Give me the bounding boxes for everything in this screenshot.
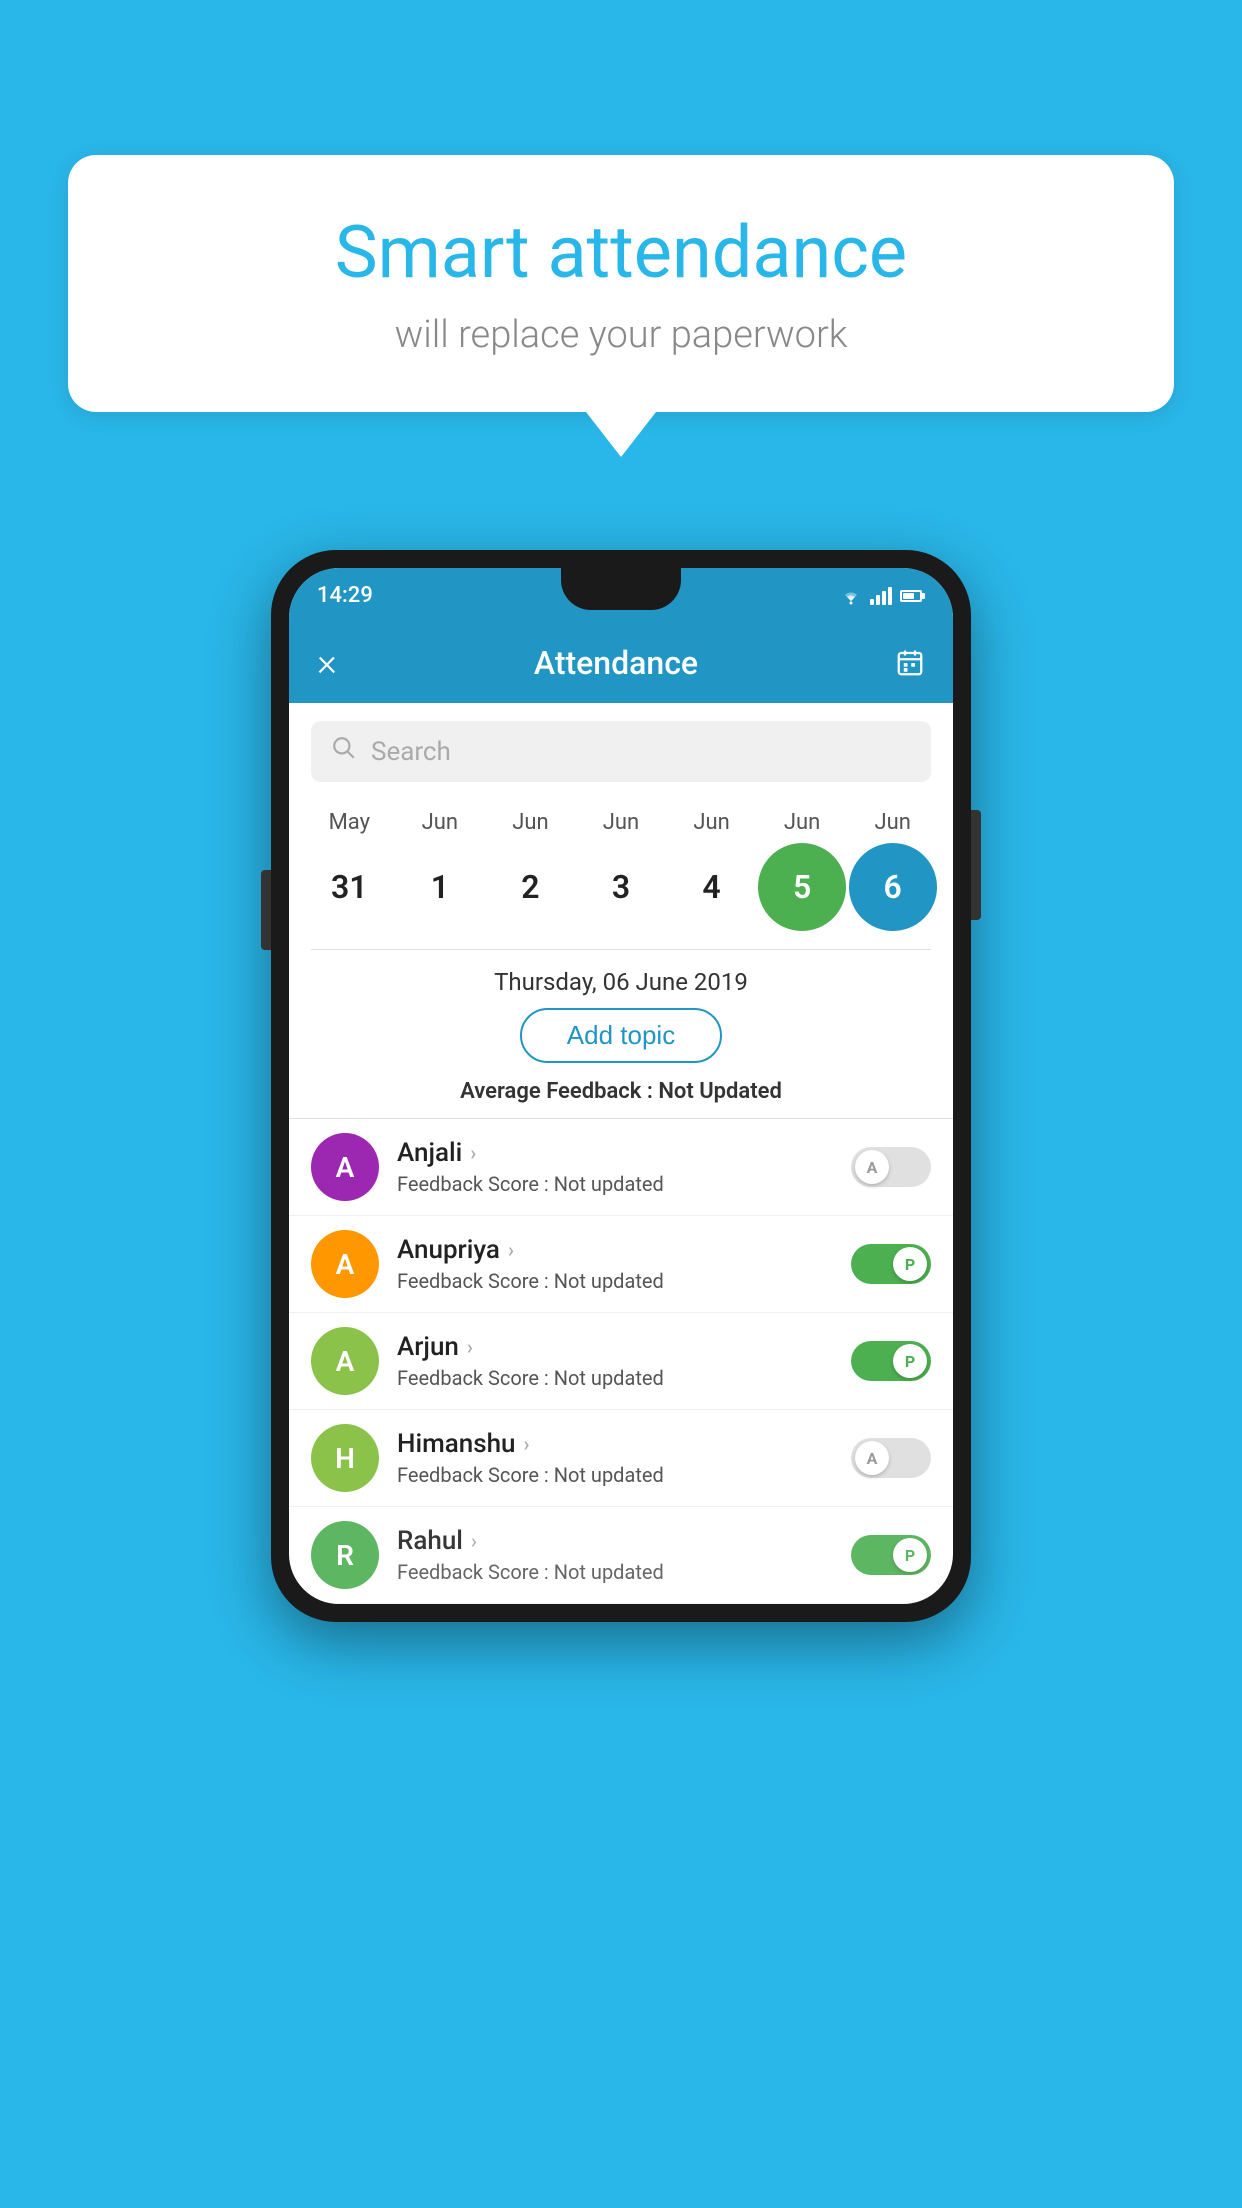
phone-wrapper: 14:29 [271,550,971,1622]
speech-bubble: Smart attendance will replace your paper… [68,155,1174,412]
cal-month-4: Jun [668,810,756,835]
status-icons [840,587,925,605]
cal-month-0: May [305,810,393,835]
average-feedback: Average Feedback : Not Updated [289,1079,953,1118]
student-info-arjun: Arjun › Feedback Score : Not updated [397,1332,851,1390]
search-placeholder: Search [371,737,451,767]
app-title: Attendance [534,644,698,682]
signal-bars-icon [870,587,892,605]
toggle-knob-rahul: P [893,1538,927,1572]
student-info-anjali: Anjali › Feedback Score : Not updated [397,1138,851,1196]
app-header: × Attendance [289,623,953,703]
add-topic-button[interactable]: Add topic [520,1008,722,1063]
cal-month-6: Jun [849,810,937,835]
student-feedback-rahul: Feedback Score : Not updated [397,1560,851,1584]
cal-month-5: Jun [758,810,846,835]
phone-screen: 14:29 [289,568,953,1604]
toggle-anupriya[interactable]: P [851,1244,931,1284]
search-icon [331,735,357,768]
wifi-icon [840,587,862,605]
avatar-arjun: A [311,1327,379,1395]
calendar-months-row: May Jun Jun Jun Jun Jun Jun [289,800,953,835]
toggle-knob-arjun: P [893,1344,927,1378]
student-name-himanshu: Himanshu › [397,1429,851,1459]
calendar-dates-row: 31 1 2 3 4 5 6 [289,835,953,949]
toggle-himanshu[interactable]: A [851,1438,931,1478]
toggle-anjali[interactable]: A [851,1147,931,1187]
student-item-arjun[interactable]: A Arjun › Feedback Score : Not updated P [289,1313,953,1410]
student-name-arjun: Arjun › [397,1332,851,1362]
search-bar[interactable]: Search [311,721,931,782]
student-item-anupriya[interactable]: A Anupriya › Feedback Score : Not update… [289,1216,953,1313]
student-item-himanshu[interactable]: H Himanshu › Feedback Score : Not update… [289,1410,953,1507]
chevron-anjali: › [470,1141,476,1165]
speech-bubble-title: Smart attendance [128,210,1114,295]
cal-month-2: Jun [486,810,574,835]
student-name-anupriya: Anupriya › [397,1235,851,1265]
selected-date-label: Thursday, 06 June 2019 [289,950,953,1008]
student-feedback-himanshu: Feedback Score : Not updated [397,1463,851,1487]
avatar-anjali: A [311,1133,379,1201]
notch [561,568,681,610]
toggle-arjun[interactable]: P [851,1341,931,1381]
status-bar: 14:29 [289,568,953,623]
student-list: A Anjali › Feedback Score : Not updated … [289,1118,953,1604]
toggle-knob-anjali: A [855,1150,889,1184]
student-name-anjali: Anjali › [397,1138,851,1168]
chevron-arjun: › [467,1335,473,1359]
toggle-rahul[interactable]: P [851,1535,931,1575]
chevron-anupriya: › [508,1238,514,1262]
student-info-anupriya: Anupriya › Feedback Score : Not updated [397,1235,851,1293]
cal-date-5[interactable]: 5 [758,843,846,931]
avatar-himanshu: H [311,1424,379,1492]
toggle-knob-anupriya: P [893,1247,927,1281]
calendar-icon[interactable] [895,648,925,678]
speech-bubble-container: Smart attendance will replace your paper… [68,155,1174,457]
battery-icon [900,590,925,602]
cal-date-3[interactable]: 3 [577,843,665,931]
student-feedback-arjun: Feedback Score : Not updated [397,1366,851,1390]
cal-date-2[interactable]: 2 [486,843,574,931]
student-feedback-anjali: Feedback Score : Not updated [397,1172,851,1196]
cal-date-1[interactable]: 1 [396,843,484,931]
student-info-rahul: Rahul › Feedback Score : Not updated [397,1526,851,1584]
cal-date-0[interactable]: 31 [305,843,393,931]
speech-bubble-subtitle: will replace your paperwork [128,313,1114,357]
avatar-anupriya: A [311,1230,379,1298]
cal-month-1: Jun [396,810,484,835]
student-name-rahul: Rahul › [397,1526,851,1556]
speech-bubble-tail [586,412,656,457]
student-info-himanshu: Himanshu › Feedback Score : Not updated [397,1429,851,1487]
phone-outer: 14:29 [271,550,971,1622]
student-item-rahul[interactable]: R Rahul › Feedback Score : Not updated P [289,1507,953,1604]
avg-feedback-value: Not Updated [658,1079,782,1104]
cal-date-4[interactable]: 4 [668,843,756,931]
student-feedback-anupriya: Feedback Score : Not updated [397,1269,851,1293]
avg-feedback-label: Average Feedback : [460,1079,653,1104]
cal-date-6[interactable]: 6 [849,843,937,931]
chevron-rahul: › [471,1529,477,1553]
chevron-himanshu: › [524,1432,530,1456]
close-button[interactable]: × [317,641,337,685]
status-time: 14:29 [317,583,373,608]
avatar-rahul: R [311,1521,379,1589]
toggle-knob-himanshu: A [855,1441,889,1475]
student-item-anjali[interactable]: A Anjali › Feedback Score : Not updated … [289,1119,953,1216]
cal-month-3: Jun [577,810,665,835]
